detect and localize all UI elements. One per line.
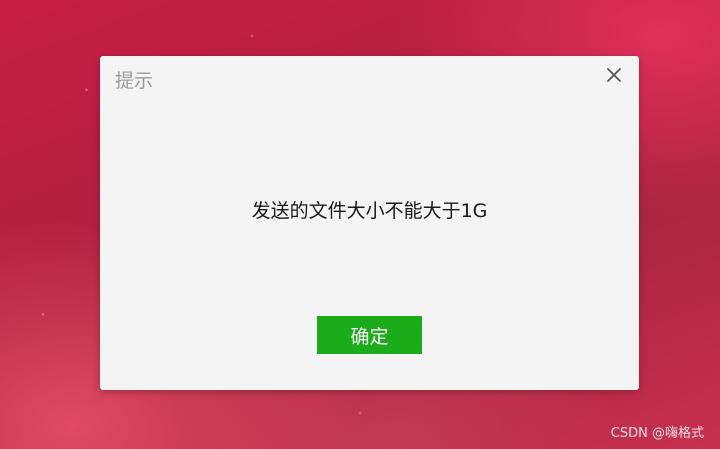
close-button[interactable] bbox=[603, 64, 625, 86]
dialog-title: 提示 bbox=[115, 70, 154, 92]
close-icon bbox=[606, 67, 622, 83]
alert-dialog: 提示 发送的文件大小不能大于1G 确定 bbox=[100, 56, 639, 390]
dialog-message: 发送的文件大小不能大于1G bbox=[251, 200, 488, 222]
watermark: CSDN @嗨格式 bbox=[610, 426, 704, 441]
confirm-button[interactable]: 确定 bbox=[317, 316, 422, 354]
